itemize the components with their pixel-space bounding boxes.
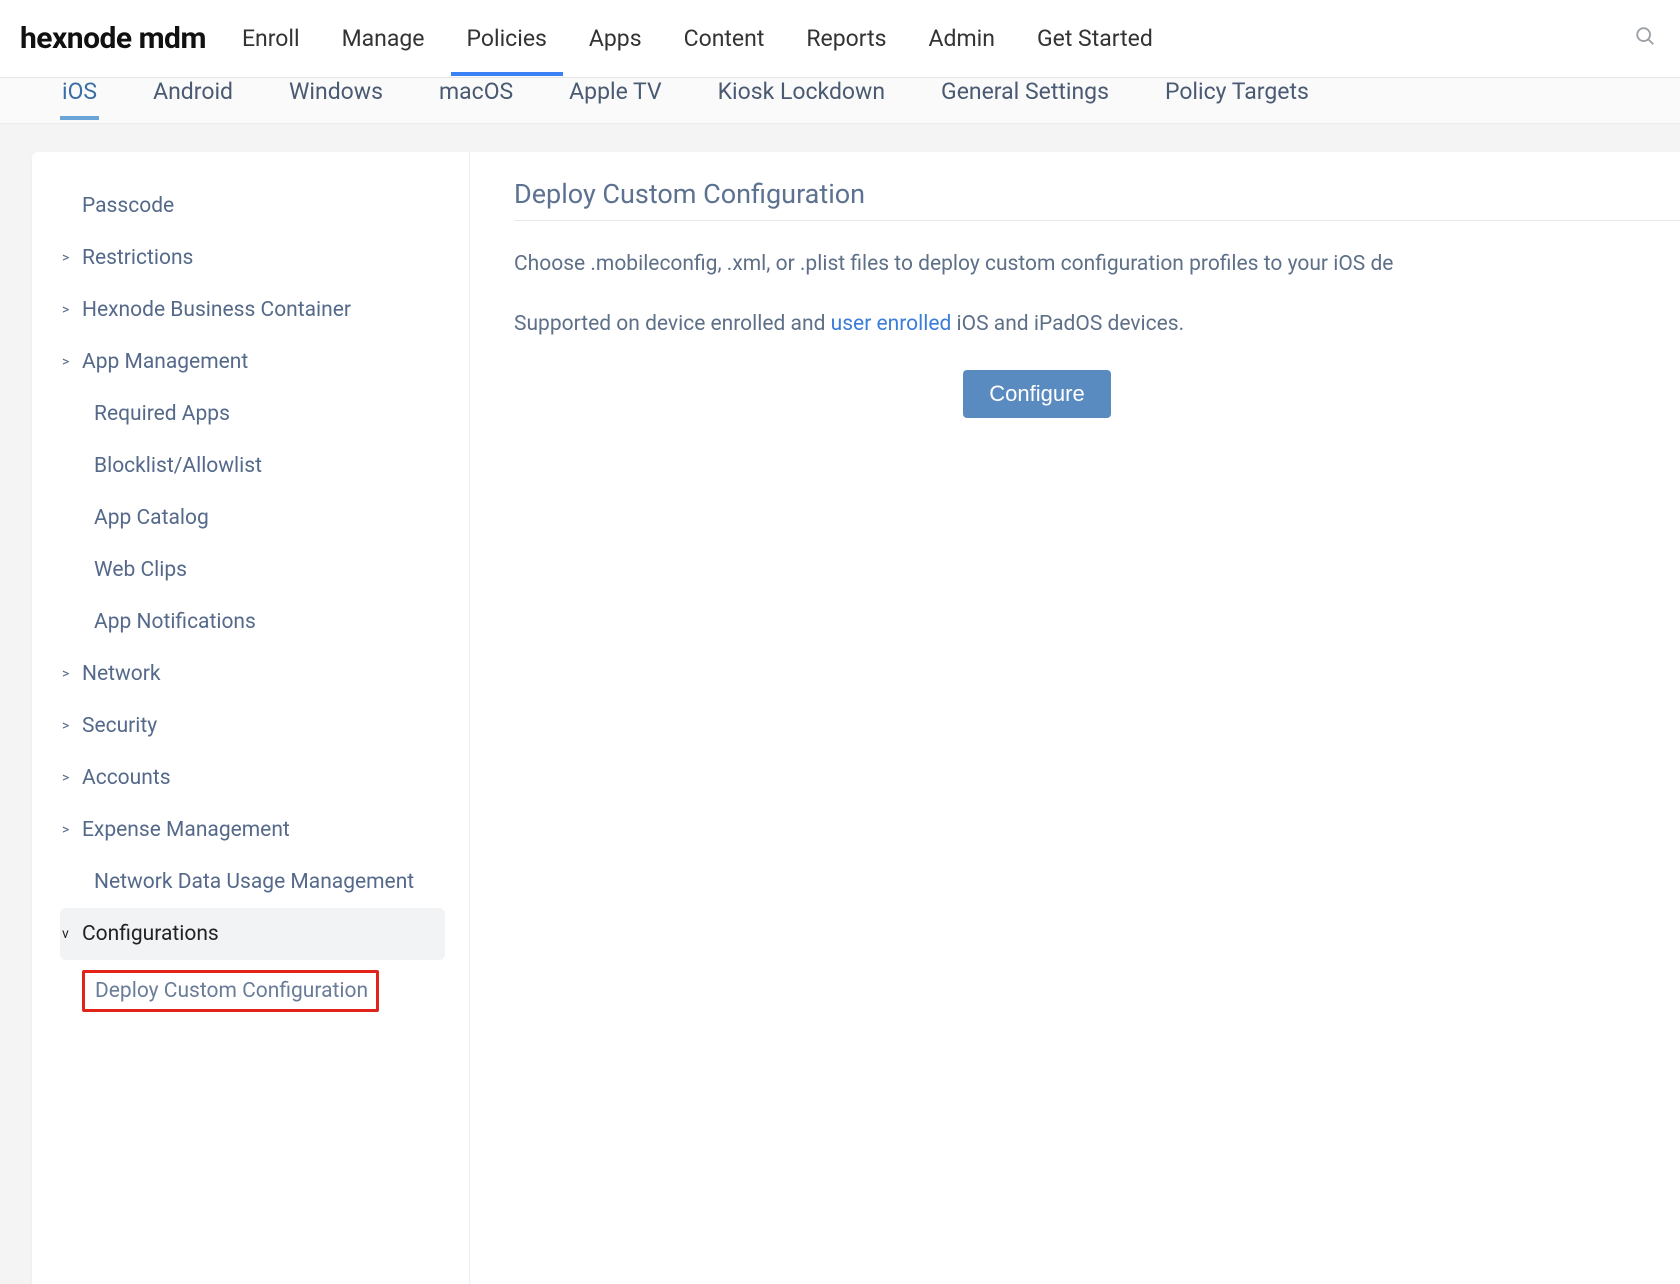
nav-manage[interactable]: Manage [342, 1, 425, 76]
user-enrolled-link[interactable]: user enrolled [831, 312, 952, 336]
main-area: Deploy Custom Configuration Choose .mobi… [470, 152, 1680, 1284]
nav-apps[interactable]: Apps [589, 1, 642, 76]
topbar: hexnode mdm Enroll Manage Policies Apps … [0, 0, 1680, 78]
sidebar-item-network-data-usage[interactable]: Network Data Usage Management [60, 856, 445, 908]
sidebar-item-deploy-custom-config[interactable]: Deploy Custom Configuration [82, 970, 379, 1012]
sidebar-item-label: Required Apps [94, 402, 230, 426]
sidebar-item-label: Network Data Usage Management [94, 870, 414, 894]
nav-reports[interactable]: Reports [806, 1, 886, 76]
search-icon[interactable] [1630, 21, 1660, 57]
ptab-macos[interactable]: macOS [439, 78, 513, 120]
sidebar-item-label: Accounts [82, 766, 171, 790]
ptab-android[interactable]: Android [153, 78, 233, 120]
sidebar-item-label: Network [82, 662, 161, 686]
sidebar-item-network[interactable]: > Network [60, 648, 445, 700]
sidebar-item-label: Blocklist/Allowlist [94, 454, 262, 478]
nav-policies[interactable]: Policies [467, 1, 547, 76]
nav-get-started[interactable]: Get Started [1037, 1, 1153, 76]
sidebar: Passcode > Restrictions > Hexnode Busine… [32, 152, 470, 1284]
chevron-right-icon: > [62, 302, 76, 318]
sidebar-item-configurations[interactable]: v Configurations [60, 908, 445, 960]
page-title: Deploy Custom Configuration [514, 178, 1680, 221]
sidebar-item-required-apps[interactable]: Required Apps [60, 388, 445, 440]
sidebar-item-app-management[interactable]: > App Management [60, 336, 445, 388]
sidebar-item-label: Hexnode Business Container [82, 298, 351, 322]
sidebar-item-restrictions[interactable]: > Restrictions [60, 232, 445, 284]
main-nav: Enroll Manage Policies Apps Content Repo… [242, 1, 1630, 76]
ptab-targets[interactable]: Policy Targets [1165, 78, 1309, 120]
desc-text: Supported on device enrolled and [514, 312, 831, 336]
sidebar-item-label: App Management [82, 350, 248, 374]
chevron-right-icon: > [62, 718, 76, 734]
sidebar-item-label: Web Clips [94, 558, 187, 582]
chevron-right-icon: > [62, 666, 76, 682]
brand-logo: hexnode mdm [20, 21, 206, 56]
sidebar-item-label: App Notifications [94, 610, 256, 634]
panel: Passcode > Restrictions > Hexnode Busine… [32, 152, 1680, 1284]
configure-row: Configure [514, 370, 1680, 418]
sidebar-item-app-notifications[interactable]: App Notifications [60, 596, 445, 648]
content-wrap: Passcode > Restrictions > Hexnode Busine… [0, 124, 1680, 1284]
sidebar-item-label: Restrictions [82, 246, 193, 270]
sidebar-item-blocklist[interactable]: Blocklist/Allowlist [60, 440, 445, 492]
chevron-right-icon: > [62, 822, 76, 838]
sidebar-item-business-container[interactable]: > Hexnode Business Container [60, 284, 445, 336]
nav-content[interactable]: Content [684, 1, 765, 76]
sidebar-item-accounts[interactable]: > Accounts [60, 752, 445, 804]
ptab-windows[interactable]: Windows [289, 78, 383, 120]
configure-button[interactable]: Configure [963, 370, 1110, 418]
sidebar-item-label: Expense Management [82, 818, 290, 842]
ptab-ios[interactable]: iOS [62, 78, 97, 120]
platform-tabs: iOS Android Windows macOS Apple TV Kiosk… [0, 78, 1680, 124]
nav-enroll[interactable]: Enroll [242, 1, 300, 76]
ptab-kiosk[interactable]: Kiosk Lockdown [718, 78, 885, 120]
chevron-down-icon: v [62, 926, 76, 942]
sidebar-item-label: App Catalog [94, 506, 209, 530]
nav-admin[interactable]: Admin [929, 1, 995, 76]
ptab-appletv[interactable]: Apple TV [569, 78, 661, 120]
sidebar-item-label: Configurations [82, 922, 219, 946]
sidebar-item-passcode[interactable]: Passcode [60, 180, 445, 232]
ptab-general[interactable]: General Settings [941, 78, 1109, 120]
chevron-right-icon: > [62, 770, 76, 786]
description-line-2: Supported on device enrolled and user en… [514, 309, 1680, 341]
sidebar-item-expense-management[interactable]: > Expense Management [60, 804, 445, 856]
desc-text: iOS and iPadOS devices. [951, 312, 1184, 336]
sidebar-item-label: Passcode [82, 194, 174, 218]
sidebar-item-web-clips[interactable]: Web Clips [60, 544, 445, 596]
sidebar-item-label: Security [82, 714, 157, 738]
sidebar-item-app-catalog[interactable]: App Catalog [60, 492, 445, 544]
chevron-right-icon: > [62, 250, 76, 266]
sidebar-item-security[interactable]: > Security [60, 700, 445, 752]
description-line-1: Choose .mobileconfig, .xml, or .plist fi… [514, 249, 1680, 281]
chevron-right-icon: > [62, 354, 76, 370]
